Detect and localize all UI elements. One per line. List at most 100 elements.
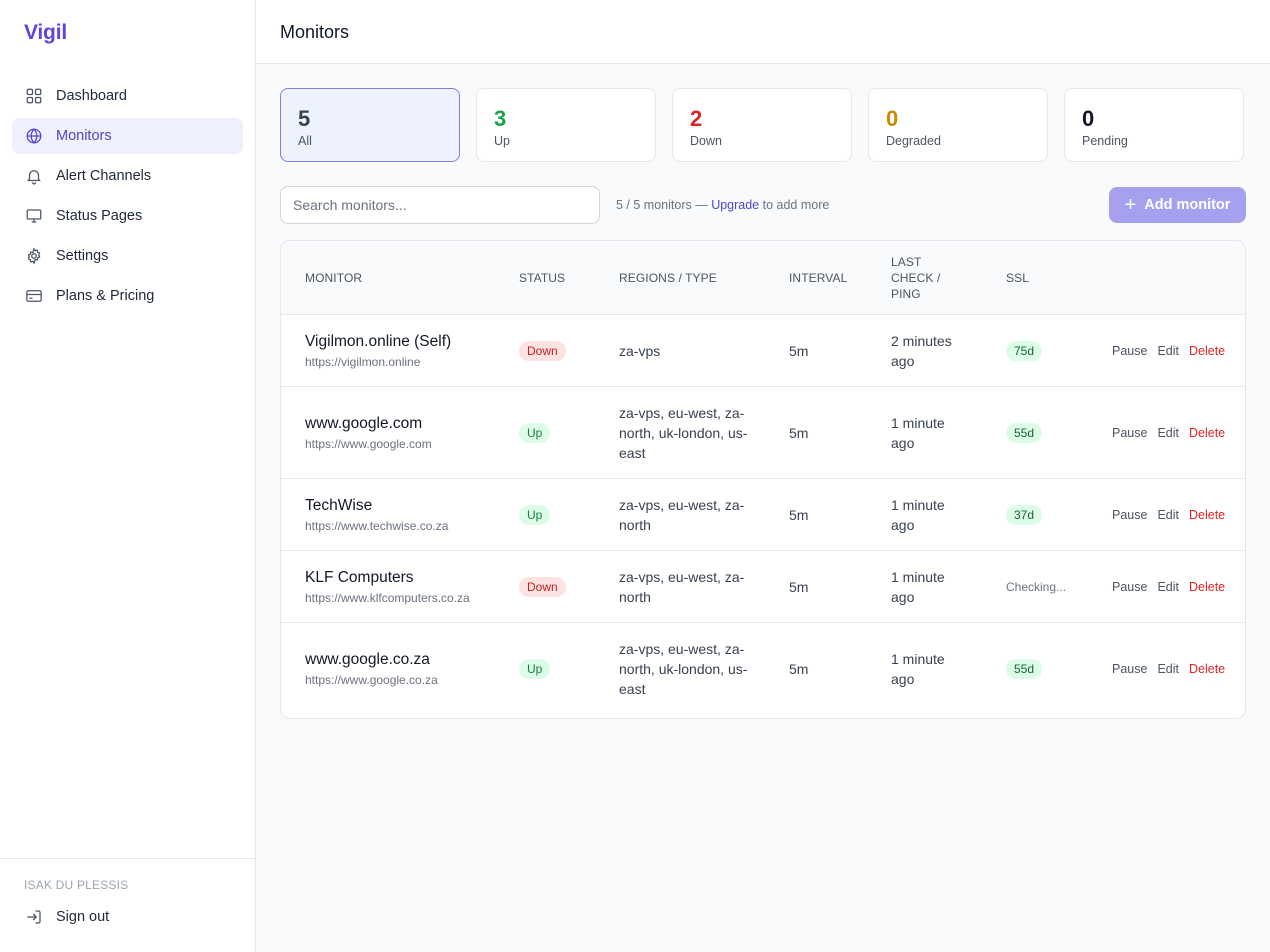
edit-button[interactable]: Edit (1157, 344, 1179, 358)
stat-card-degraded[interactable]: 0 Degraded (868, 88, 1048, 162)
table-row[interactable]: www.google.co.za https://www.google.co.z… (281, 623, 1245, 715)
upgrade-link[interactable]: Upgrade (711, 198, 759, 212)
table-row[interactable]: TechWise https://www.techwise.co.za Up z… (281, 479, 1245, 551)
monitor-name[interactable]: TechWise (305, 496, 448, 516)
sidebar-item-dashboard[interactable]: Dashboard (12, 78, 243, 114)
sidebar-item-plans-pricing[interactable]: Plans & Pricing (12, 278, 243, 314)
globe-icon (24, 126, 44, 146)
pause-button[interactable]: Pause (1112, 662, 1147, 676)
top-bar: Monitors (256, 0, 1270, 64)
interval: 5m (789, 578, 809, 595)
table-header: Monitor Status Regions / Type Interval L… (281, 241, 1245, 315)
regions: za-vps, eu-west, za-north (619, 568, 745, 605)
column-header-regions[interactable]: Regions / Type (619, 270, 717, 286)
delete-button[interactable]: Delete (1189, 580, 1225, 594)
sign-out-icon (24, 907, 44, 927)
monitor-url: https://www.techwise.co.za (305, 518, 449, 533)
sidebar-item-monitors[interactable]: Monitors (12, 118, 243, 154)
stat-label: All (298, 134, 312, 148)
add-monitor-label: Add monitor (1144, 197, 1231, 213)
sidebar-item-label: Alert Channels (56, 168, 152, 184)
stat-label: Up (494, 134, 510, 148)
sidebar-item-label: Plans & Pricing (56, 288, 155, 304)
monitor-cell: Vigilmon.online (Self) https://vigilmon.… (305, 332, 451, 370)
quota-suffix: to add more (762, 198, 830, 212)
regions: za-vps, eu-west, za-north (619, 496, 745, 533)
pause-button[interactable]: Pause (1112, 344, 1147, 358)
stat-card-pending[interactable]: 0 Pending (1064, 88, 1244, 162)
monitor-name[interactable]: Vigilmon.online (Self) (305, 332, 451, 352)
ssl-badge: 75d (1006, 340, 1043, 361)
delete-button[interactable]: Delete (1189, 508, 1225, 522)
row-actions: Pause Edit Delete (1112, 662, 1225, 676)
ssl-badge: Checking... (1006, 579, 1067, 594)
column-header-ssl[interactable]: SSL (1006, 270, 1029, 286)
delete-button[interactable]: Delete (1189, 344, 1225, 358)
stat-card-up[interactable]: 3 Up (476, 88, 656, 162)
monitor-url: https://vigilmon.online (305, 354, 421, 369)
ssl-badge: 55d (1006, 659, 1043, 679)
sign-out-button[interactable]: Sign out (24, 907, 109, 927)
search-input[interactable] (280, 186, 600, 224)
monitor-name[interactable]: www.google.co.za (305, 650, 438, 670)
edit-button[interactable]: Edit (1157, 426, 1179, 440)
sidebar-item-alert-channels[interactable]: Alert Channels (12, 158, 243, 194)
interval: 5m (789, 424, 809, 441)
edit-button[interactable]: Edit (1157, 580, 1179, 594)
status-cell: Down (519, 340, 566, 361)
monitor-name[interactable]: KLF Computers (305, 568, 470, 588)
delete-button[interactable]: Delete (1189, 426, 1225, 440)
credit-card-icon (24, 286, 44, 306)
regions: za-vps, eu-west, za-north, uk-london, us… (619, 641, 748, 697)
column-header-monitor[interactable]: Monitor (305, 270, 362, 286)
pause-button[interactable]: Pause (1112, 508, 1147, 522)
column-header-interval[interactable]: Interval (789, 270, 847, 286)
monitor-url: https://www.klfcomputers.co.za (305, 590, 470, 605)
add-monitor-button[interactable]: + Add monitor (1109, 187, 1246, 223)
column-header-last-check[interactable]: Last check / ping (891, 254, 955, 302)
stat-label: Degraded (886, 134, 941, 148)
delete-button[interactable]: Delete (1189, 662, 1225, 676)
edit-button[interactable]: Edit (1157, 508, 1179, 522)
monitor-icon (24, 206, 44, 226)
table-row[interactable]: Vigilmon.online (Self) https://vigilmon.… (281, 315, 1245, 387)
pause-button[interactable]: Pause (1112, 580, 1147, 594)
pause-button[interactable]: Pause (1112, 426, 1147, 440)
sidebar-item-label: Monitors (56, 128, 112, 144)
sign-out-label: Sign out (56, 909, 110, 925)
interval: 5m (789, 506, 809, 523)
monitor-url: https://www.google.co.za (305, 673, 438, 687)
sidebar-item-settings[interactable]: Settings (12, 238, 243, 274)
stat-count: 0 (1082, 106, 1095, 131)
stat-card-down[interactable]: 2 Down (672, 88, 852, 162)
stat-card-all[interactable]: 5 All (280, 88, 460, 162)
monitors-table: Monitor Status Regions / Type Interval L… (280, 240, 1246, 719)
row-actions: Pause Edit Delete (1112, 580, 1225, 594)
status-filter-cards: 5 All 3 Up 2 Down 0 Degraded 0 Pending (280, 88, 1244, 162)
status-badge: Down (519, 576, 566, 597)
monitor-name[interactable]: www.google.com (305, 414, 432, 434)
status-cell: Up (519, 659, 551, 679)
bell-icon (24, 166, 44, 186)
monitor-cell: KLF Computers https://www.klfcomputers.c… (305, 568, 470, 606)
status-badge: Up (519, 422, 551, 443)
row-actions: Pause Edit Delete (1112, 508, 1225, 522)
table-row[interactable]: www.google.com https://www.google.com Up… (281, 387, 1245, 479)
gear-icon (24, 246, 44, 266)
last-check: 1 minute ago (891, 568, 945, 605)
sidebar-item-label: Dashboard (56, 88, 127, 104)
ssl-badge: 37d (1006, 504, 1043, 525)
app-logo[interactable]: Vigil (24, 21, 67, 45)
monitor-cell: www.google.co.za https://www.google.co.z… (305, 650, 438, 688)
edit-button[interactable]: Edit (1157, 662, 1179, 676)
last-check: 1 minute ago (891, 496, 945, 533)
regions: za-vps, eu-west, za-north, uk-london, us… (619, 404, 748, 461)
last-check: 2 minutes ago (891, 332, 952, 369)
sidebar-item-status-pages[interactable]: Status Pages (12, 198, 243, 234)
column-header-status[interactable]: Status (519, 270, 565, 286)
stat-label: Down (690, 134, 722, 148)
ssl-cell: 75d (1006, 340, 1043, 361)
regions: za-vps (619, 342, 661, 359)
table-row[interactable]: KLF Computers https://www.klfcomputers.c… (281, 551, 1245, 623)
quota-text: 5 / 5 monitors — (616, 198, 708, 212)
